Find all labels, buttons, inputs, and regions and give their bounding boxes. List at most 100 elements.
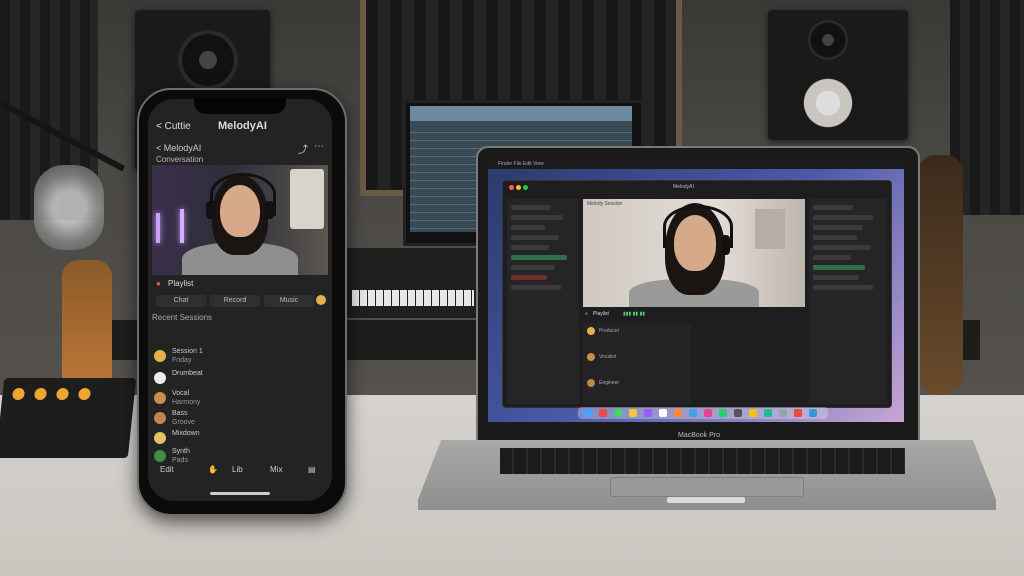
laptop-keyboard[interactable]: [500, 448, 905, 474]
panel-item[interactable]: [813, 285, 873, 290]
dock-app-icon[interactable]: [734, 409, 742, 417]
studio-microphone: [34, 165, 104, 250]
laptop-trackpad[interactable]: [610, 477, 804, 497]
panel-item[interactable]: [813, 245, 871, 250]
app-window: MelodyAI Melody Session ● Playlist ▮▮▮ ▮…: [502, 180, 892, 408]
background-speaker: [290, 169, 324, 229]
tab-music[interactable]: Music: [264, 295, 314, 307]
list-item[interactable]: Bass Groove: [154, 409, 324, 431]
window-title: MelodyAI: [673, 184, 694, 190]
item-subtitle: Friday: [172, 357, 192, 364]
tabbar-mix[interactable]: Mix: [270, 465, 282, 474]
emoji-icon[interactable]: [316, 295, 326, 305]
dock-app-icon[interactable]: [584, 409, 592, 417]
dock-app-icon[interactable]: [689, 409, 697, 417]
laptop-brand-label: MacBook Pro: [678, 432, 721, 439]
avatar: [154, 432, 166, 444]
avatar: [154, 450, 166, 462]
dock-app-icon[interactable]: [809, 409, 817, 417]
sidebar-item[interactable]: [511, 225, 545, 230]
item-title: Session 1: [172, 348, 203, 355]
panel-item[interactable]: [813, 275, 859, 280]
panel-item[interactable]: [813, 225, 863, 230]
mixer-knob: [77, 388, 92, 400]
dock-app-icon[interactable]: [614, 409, 622, 417]
item-title: Mixdown: [172, 430, 200, 437]
laptop-video-feed[interactable]: Melody Session: [583, 199, 805, 307]
panel-item[interactable]: [813, 215, 873, 220]
more-icon[interactable]: ⋯: [314, 141, 324, 152]
tabbar-edit[interactable]: Edit: [160, 465, 174, 474]
speaker-woofer-right: [800, 75, 856, 131]
dock-app-icon[interactable]: [644, 409, 652, 417]
item-subtitle: Harmony: [172, 399, 201, 406]
tool-icons[interactable]: ▮▮▮ ▮▮ ▮▮: [623, 311, 645, 317]
share-icon[interactable]: ⤴: [298, 141, 308, 156]
hand-icon[interactable]: ✋: [208, 465, 218, 474]
dock-app-icon[interactable]: [599, 409, 607, 417]
laptop-toolbar: ● Playlist ▮▮▮ ▮▮ ▮▮: [583, 311, 805, 321]
sidebar-item[interactable]: [511, 265, 555, 270]
sidebar-item[interactable]: [511, 205, 551, 210]
sidebar-item[interactable]: [511, 235, 559, 240]
item-subtitle: Groove: [172, 419, 195, 426]
chat-item[interactable]: Engineer: [599, 380, 619, 386]
chat-panel: Producer Vocalist Engineer: [583, 323, 691, 405]
sidebar-item[interactable]: [511, 215, 563, 220]
dock-app-icon[interactable]: [764, 409, 772, 417]
dock-app-icon[interactable]: [674, 409, 682, 417]
avatar: [154, 412, 166, 424]
video-label: Melody Session: [587, 201, 623, 207]
panel-item[interactable]: [813, 205, 853, 210]
dock-app-icon[interactable]: [704, 409, 712, 417]
panel-item[interactable]: [813, 255, 851, 260]
tab-record[interactable]: Record: [210, 295, 260, 307]
chat-item[interactable]: Producer: [599, 328, 619, 334]
dock-app-icon[interactable]: [779, 409, 787, 417]
guitar-right: [918, 155, 963, 395]
record-icon[interactable]: ●: [585, 311, 588, 317]
video-call-feed[interactable]: [152, 165, 328, 275]
app-title: MelodyAI: [218, 120, 267, 132]
phone-subheader: < MelodyAI ⤴ ⋯: [152, 141, 328, 156]
tabbar-lib[interactable]: Lib: [232, 465, 243, 474]
chat-item[interactable]: Vocalist: [599, 354, 616, 360]
audio-mixer: [0, 378, 137, 458]
conversation-back[interactable]: < MelodyAI: [156, 143, 201, 153]
item-title: Vocal: [172, 390, 190, 397]
close-icon[interactable]: [509, 185, 514, 190]
back-button[interactable]: < Cuttie: [156, 121, 191, 132]
panel-item[interactable]: [813, 265, 865, 270]
headphone-cup: [264, 201, 274, 219]
speaker-tweeter-right: [808, 20, 848, 60]
conversation-label: Conversation: [156, 155, 204, 164]
home-indicator[interactable]: [210, 492, 270, 495]
dock-app-icon[interactable]: [719, 409, 727, 417]
zoom-icon[interactable]: [523, 185, 528, 190]
dock-app-icon[interactable]: [749, 409, 757, 417]
panel-item[interactable]: [813, 235, 857, 240]
list-item[interactable]: Drumbeat: [154, 369, 324, 391]
minimize-icon[interactable]: [516, 185, 521, 190]
sidebar-item[interactable]: [511, 255, 567, 260]
sidebar-item[interactable]: [511, 245, 549, 250]
tab-chat[interactable]: Chat: [156, 295, 206, 307]
dock-app-icon[interactable]: [659, 409, 667, 417]
menu-items[interactable]: Finder File Edit View: [498, 161, 544, 167]
sidebar-left: [507, 199, 579, 404]
sidebar-item[interactable]: [511, 275, 547, 280]
sidebar-item[interactable]: [511, 285, 561, 290]
avatar: [587, 327, 595, 335]
bottom-tab-bar: Edit ✋ Lib Mix ▤: [148, 465, 332, 485]
avatar: [587, 353, 595, 361]
mixer-knob: [11, 388, 26, 400]
headphone-cup: [206, 201, 216, 219]
item-title: Drumbeat: [172, 370, 203, 377]
sidebar-right: [809, 199, 887, 404]
phone-tabs: Chat Record Music: [156, 295, 326, 309]
list-item[interactable]: Session 1 Friday: [154, 347, 324, 369]
folder-icon[interactable]: ▤: [308, 465, 316, 474]
dock-app-icon[interactable]: [794, 409, 802, 417]
list-item[interactable]: Vocal Harmony: [154, 389, 324, 411]
dock-app-icon[interactable]: [629, 409, 637, 417]
